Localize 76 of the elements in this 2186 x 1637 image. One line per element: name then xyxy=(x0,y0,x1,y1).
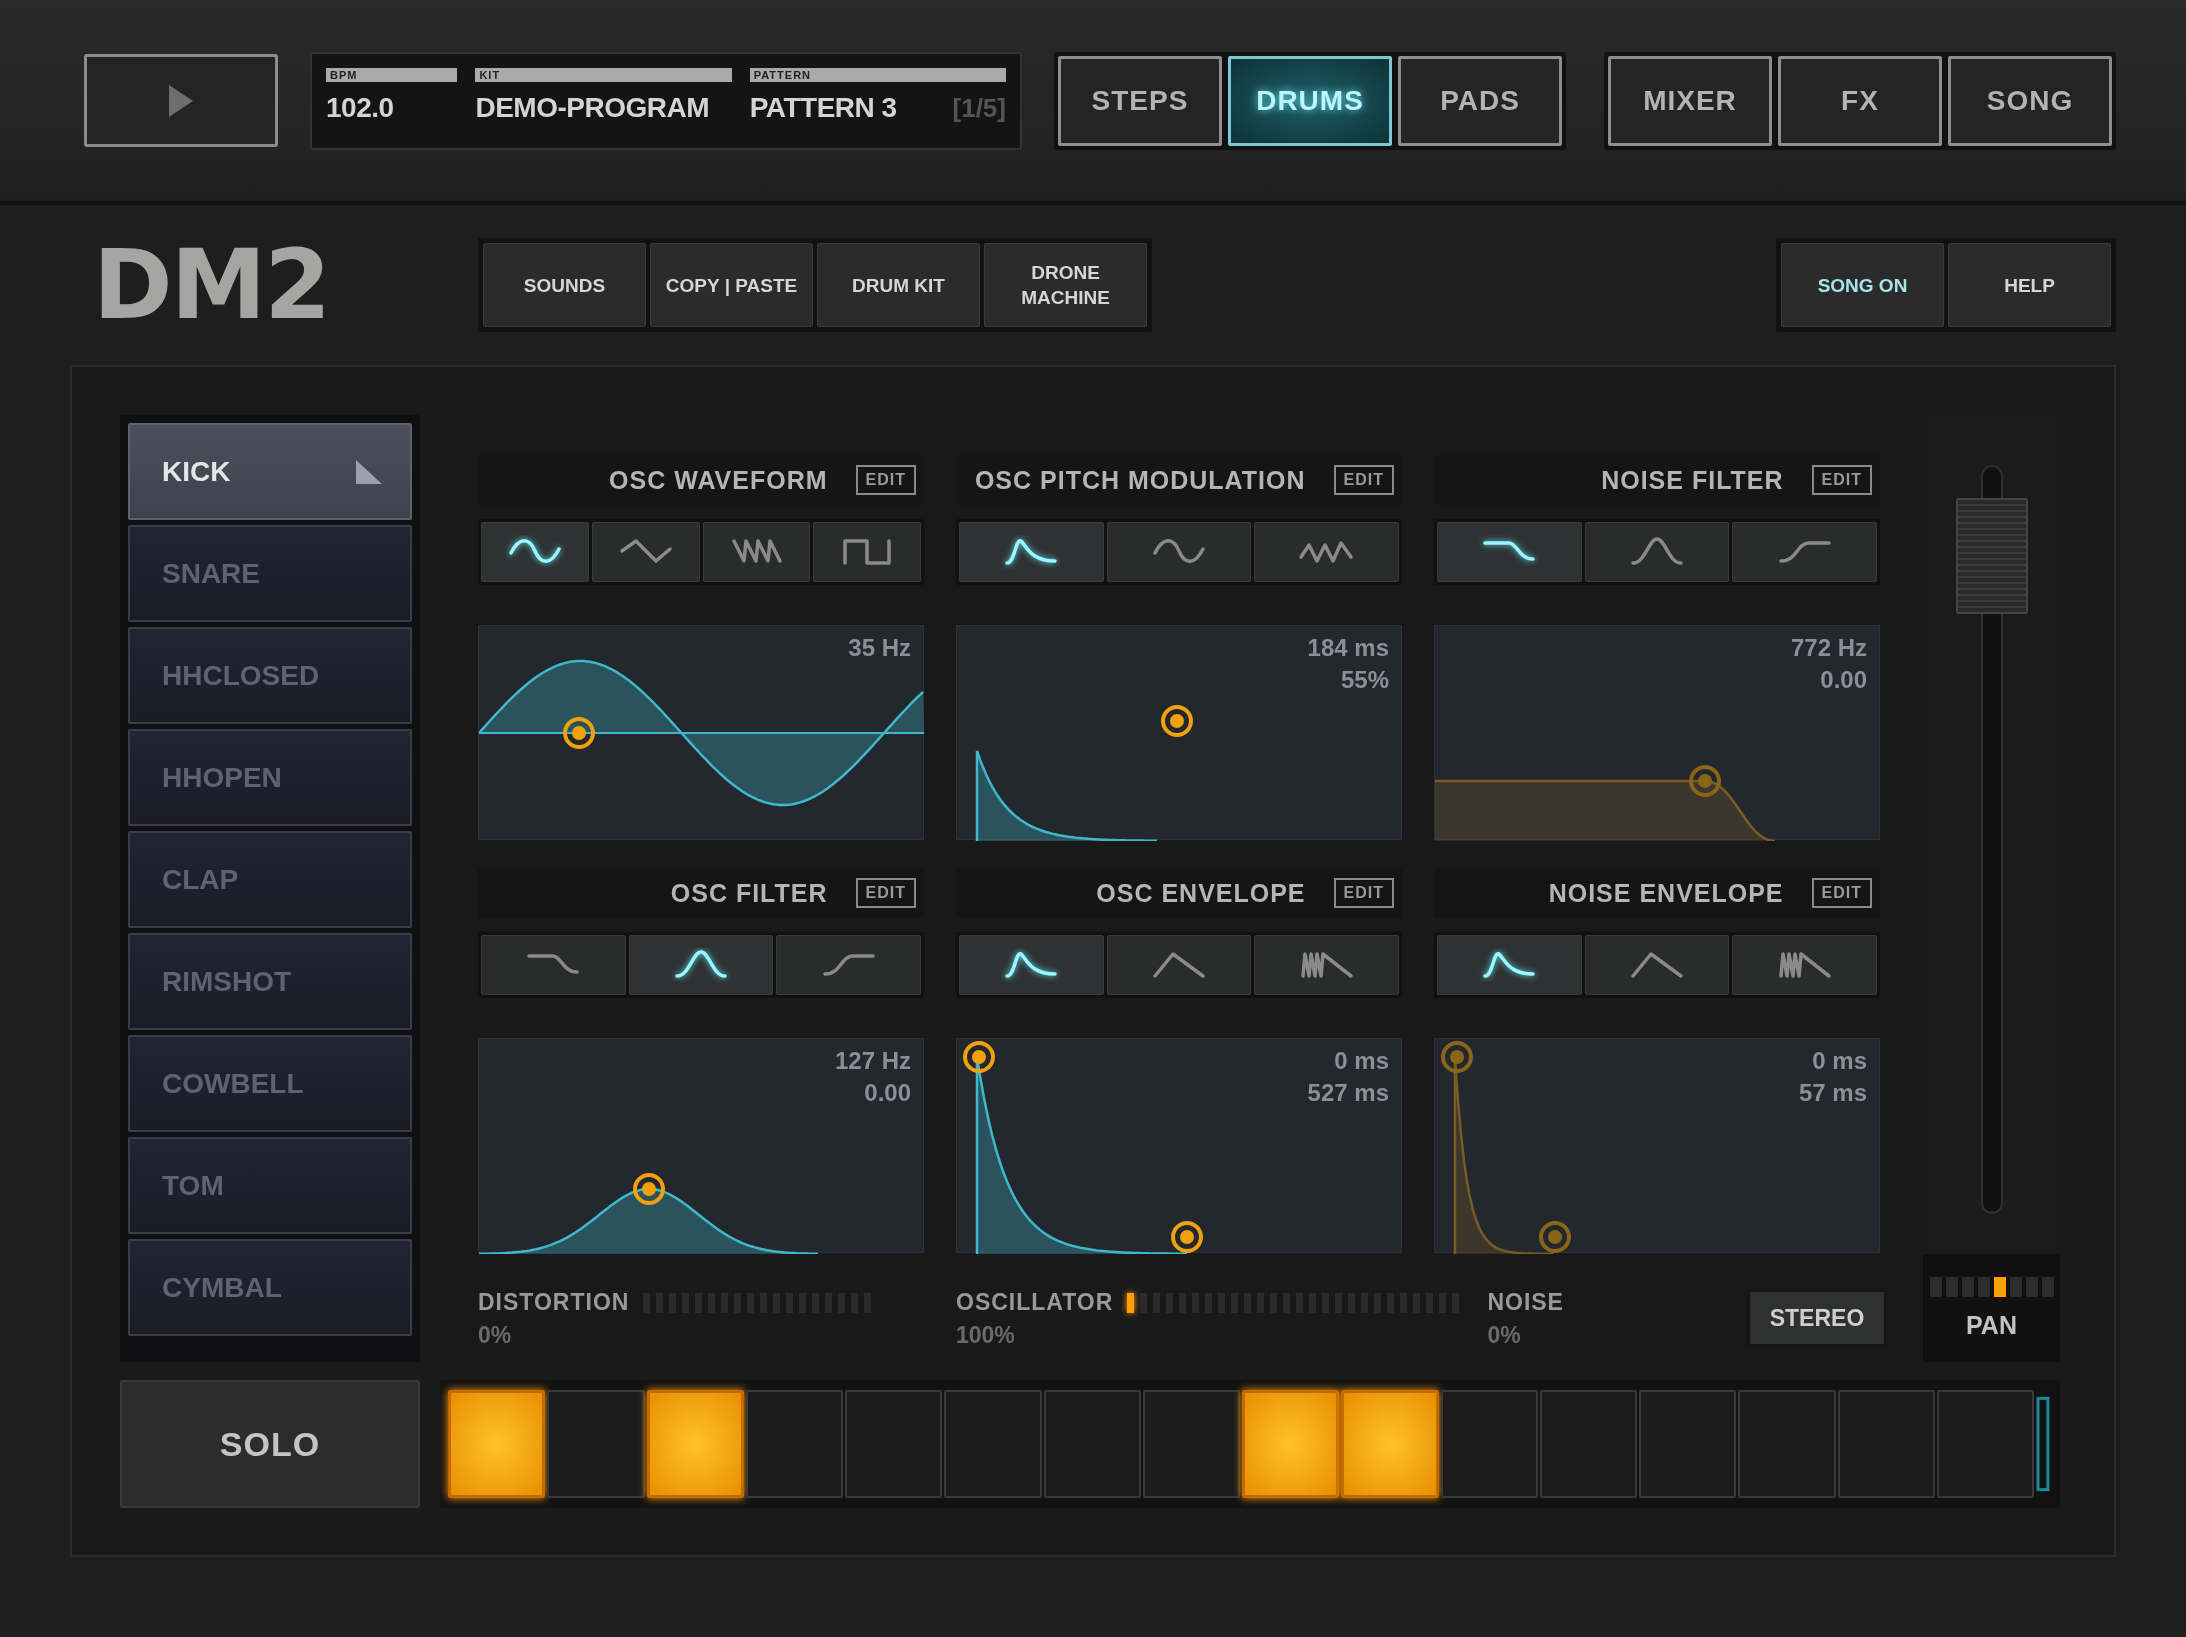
value-readout: 527 ms xyxy=(1307,1079,1389,1107)
kit-label: KIT xyxy=(475,67,732,82)
mode-tab[interactable]: PADS xyxy=(1398,55,1562,146)
mode-tab[interactable]: MIXER xyxy=(1608,55,1772,146)
pattern-name: PATTERN 3 xyxy=(749,91,897,124)
value-readout: 0.00 xyxy=(1820,666,1867,694)
edit-button[interactable]: EDIT xyxy=(855,465,916,495)
mode-tab[interactable]: STEPS xyxy=(1058,55,1222,146)
toggle-button[interactable]: HELP xyxy=(1948,243,2111,327)
value-readout: 772 Hz xyxy=(1790,634,1867,662)
graph-drawing[interactable] xyxy=(479,659,924,807)
module-title: NOISE ENVELOPE xyxy=(1548,878,1784,908)
value-readout: 0 ms xyxy=(1334,1047,1389,1075)
value-readout: 0.00 xyxy=(864,1079,911,1107)
playhead-marker-icon xyxy=(2036,1396,2050,1492)
mode-tab[interactable]: FX xyxy=(1778,55,1942,146)
step-pad[interactable] xyxy=(1341,1390,1439,1498)
toggle-button[interactable]: SONG ON xyxy=(1781,243,1944,327)
shape-button[interactable] xyxy=(481,522,589,582)
value-readout: 57 ms xyxy=(1798,1079,1867,1107)
graph-drawing[interactable] xyxy=(975,705,1193,841)
shape-button[interactable] xyxy=(959,522,1104,582)
edit-button[interactable]: EDIT xyxy=(1811,878,1872,908)
module-title: OSC PITCH MODULATION xyxy=(974,465,1306,495)
mode-tab[interactable]: SONG xyxy=(1948,55,2112,146)
value-readout: 184 ms xyxy=(1307,634,1389,662)
oscillator-label: OSCILLATOR xyxy=(956,1289,1114,1316)
pattern-index: [1/5] xyxy=(952,92,1006,124)
drum-item[interactable]: KICK xyxy=(128,423,412,520)
pattern-label: PATTERN xyxy=(749,67,1006,82)
module-title: OSC ENVELOPE xyxy=(1096,878,1306,908)
edit-button[interactable]: EDIT xyxy=(1333,878,1394,908)
graph-drawing[interactable] xyxy=(1441,1041,1571,1254)
tool-button[interactable]: DRUM KIT xyxy=(817,243,980,327)
stereo-button[interactable]: STEREO xyxy=(1747,1289,1887,1347)
step-pad[interactable] xyxy=(646,1390,744,1498)
pan-label: PAN xyxy=(1966,1310,2017,1340)
corner-triangle-icon xyxy=(356,459,382,484)
level-meter[interactable] xyxy=(1127,1292,1460,1313)
module-title: NOISE FILTER xyxy=(1601,465,1784,495)
bpm-label: BPM xyxy=(326,67,458,82)
kit-name: DEMO-PROGRAM xyxy=(475,91,710,124)
distortion-value: 0% xyxy=(478,1322,513,1349)
app-logo: DM2 xyxy=(93,229,330,341)
tool-button[interactable]: DRONE MACHINE xyxy=(984,243,1147,327)
shape-button[interactable] xyxy=(628,935,774,995)
value-readout: 127 Hz xyxy=(834,1047,911,1075)
value-readout: 35 Hz xyxy=(848,634,911,662)
edit-button[interactable]: EDIT xyxy=(1333,465,1394,495)
graph-drawing[interactable] xyxy=(963,1041,1203,1254)
step-pad[interactable] xyxy=(448,1390,546,1498)
edit-button[interactable]: EDIT xyxy=(1811,465,1872,495)
mode-tab[interactable]: DRUMS xyxy=(1228,55,1392,146)
shape-button[interactable] xyxy=(959,935,1104,995)
noise-value: 0% xyxy=(1487,1322,1522,1349)
oscillator-value: 100% xyxy=(956,1322,1016,1349)
fader-handle[interactable] xyxy=(1955,498,2028,615)
noise-label: NOISE xyxy=(1487,1289,1564,1316)
module-title: OSC FILTER xyxy=(670,878,828,908)
solo-button[interactable]: SOLO xyxy=(120,1380,420,1508)
play-button[interactable] xyxy=(84,54,278,147)
play-icon xyxy=(167,82,195,119)
bpm-value: 102.0 xyxy=(326,91,395,124)
module-title: OSC WAVEFORM xyxy=(609,465,828,495)
pan-meter[interactable] xyxy=(1929,1276,2054,1297)
value-readout: 55% xyxy=(1340,666,1389,694)
tool-button[interactable]: COPY | PASTE xyxy=(650,243,813,327)
shape-button[interactable] xyxy=(1437,522,1582,582)
step-pad[interactable] xyxy=(1142,1390,1241,1498)
shape-button[interactable] xyxy=(1437,935,1582,995)
edit-button[interactable]: EDIT xyxy=(855,878,916,908)
value-readout: 0 ms xyxy=(1812,1047,1867,1075)
distortion-label: DISTORTION xyxy=(478,1289,630,1316)
graph-drawing[interactable] xyxy=(479,1173,819,1254)
tool-button[interactable]: SOUNDS xyxy=(483,243,646,327)
step-pad[interactable] xyxy=(1242,1390,1340,1498)
